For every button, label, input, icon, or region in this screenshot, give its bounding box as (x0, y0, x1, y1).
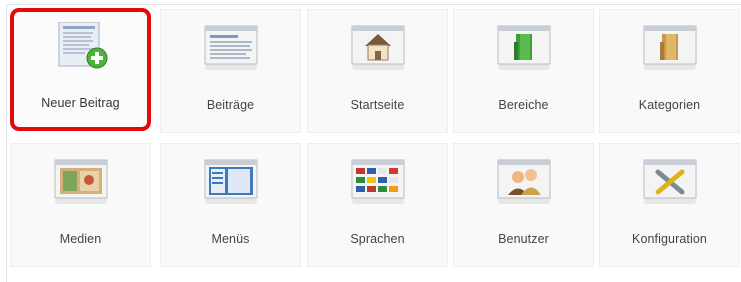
configuration-icon (643, 159, 696, 204)
articles-icon (204, 25, 257, 70)
tile-articles[interactable]: Beiträge (160, 9, 301, 133)
tile-label: Neuer Beitrag (41, 96, 120, 110)
tile-home[interactable]: Startseite (307, 9, 448, 133)
tile-languages[interactable]: Sprachen (307, 143, 448, 267)
control-panel: Neuer Beitrag Beiträge Startseite Bereic… (0, 0, 741, 282)
tile-label: Kategorien (638, 98, 701, 112)
home-icon (351, 25, 404, 70)
tile-label: Beiträge (206, 98, 255, 112)
tile-users[interactable]: Benutzer (453, 143, 594, 267)
tile-categories[interactable]: Kategorien (599, 9, 740, 133)
sections-icon (497, 25, 550, 70)
tile-media[interactable]: Medien (10, 143, 151, 267)
tile-label: Benutzer (498, 232, 549, 246)
tile-new-article[interactable]: Neuer Beitrag (10, 8, 151, 131)
tile-label: Sprachen (350, 232, 405, 246)
new-article-icon (58, 22, 107, 69)
categories-icon (643, 25, 696, 70)
tile-label: Menüs (211, 232, 250, 246)
tile-label: Medien (59, 232, 102, 246)
tile-label: Startseite (350, 98, 405, 112)
tile-label: Konfiguration (632, 232, 707, 246)
tile-sections[interactable]: Bereiche (453, 9, 594, 133)
tile-menus[interactable]: Menüs (160, 143, 301, 267)
users-icon (497, 159, 550, 204)
tile-configuration[interactable]: Konfiguration (599, 143, 740, 267)
tile-label: Bereiche (498, 98, 549, 112)
menus-icon (204, 159, 257, 204)
media-icon (54, 159, 107, 204)
languages-icon (351, 159, 404, 204)
